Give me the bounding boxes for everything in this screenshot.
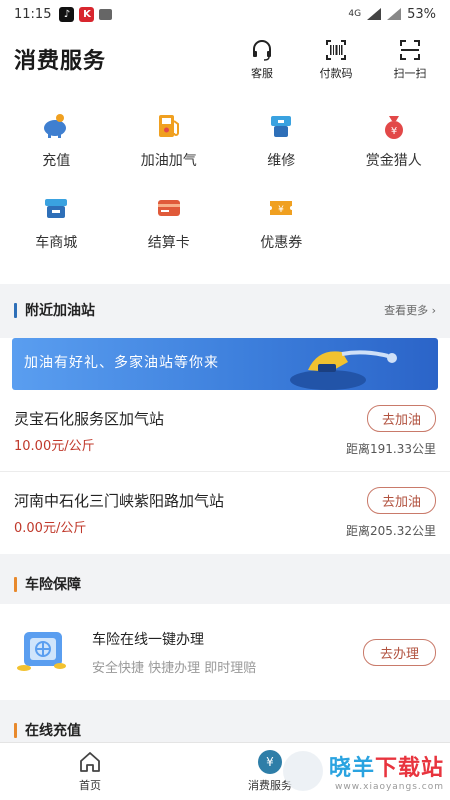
customer-service-button[interactable]: 客服 — [234, 38, 290, 81]
scan-label: 扫一扫 — [393, 66, 427, 80]
station-distance: 距离191.33公里 — [346, 441, 436, 456]
service-settlement-card[interactable]: 结算卡 — [113, 194, 226, 276]
network-label: 4G — [348, 9, 362, 19]
insurance-text: 车险在线一键办理 安全快捷 快捷办理 即时理赔 — [92, 629, 256, 676]
station-info: 灵宝石化服务区加气站 10.00元/公斤 — [14, 408, 164, 454]
home-icon — [80, 752, 100, 772]
service-coupon-label: 优惠券 — [260, 235, 303, 251]
money-bag-icon: ¥ — [384, 116, 403, 139]
yuan-icon: ¥ — [258, 750, 282, 774]
station-actions: 去加油 距离205.32公里 — [346, 487, 436, 539]
go-refuel-button[interactable]: 去加油 — [366, 487, 436, 514]
service-fuel[interactable]: 加油加气 — [113, 112, 226, 194]
image-icon — [99, 8, 113, 20]
payment-code-label: 付款码 — [319, 66, 353, 80]
battery-level: 53% — [407, 6, 436, 22]
service-bounty-label: 赏金猎人 — [365, 153, 422, 169]
svg-text:¥: ¥ — [278, 205, 284, 215]
insurance-headline: 车险在线一键办理 — [92, 631, 204, 648]
shop-icon — [45, 199, 68, 218]
station-name: 河南中石化三门峡紫阳路加气站 — [14, 492, 225, 510]
coupon-icon: ¥ — [270, 201, 293, 215]
service-recharge[interactable]: 充值 — [0, 112, 113, 194]
service-car-mall[interactable]: 车商城 — [0, 194, 113, 276]
station-info: 河南中石化三门峡紫阳路加气站 0.00元/公斤 — [14, 490, 224, 536]
barcode-icon — [326, 39, 346, 60]
headset-icon — [253, 39, 271, 61]
insurance-section-title: 车险保障 — [25, 577, 81, 593]
station-row[interactable]: 灵宝石化服务区加气站 10.00元/公斤 去加油 距离191.33公里 — [0, 390, 450, 472]
insurance-card[interactable]: 车险在线一键办理 安全快捷 快捷办理 即时理赔 去办理 — [0, 604, 450, 700]
service-repair-label: 维修 — [267, 153, 296, 169]
page-title: 消费服务 — [14, 49, 107, 74]
nearby-stations-card: 加油有好礼、多家油站等你来 灵宝石化服务区加气站 10.00元/公斤 去加油 距… — [0, 338, 450, 554]
tiktok-icon: ♪ — [59, 6, 75, 22]
station-name: 灵宝石化服务区加气站 — [14, 409, 165, 428]
status-bar: 11:15 ♪ K 4G 53% — [0, 0, 450, 28]
fuel-pump-icon — [158, 115, 179, 137]
service-bounty[interactable]: ¥ 赏金猎人 — [338, 112, 450, 194]
section-accent-bar — [14, 722, 17, 738]
tab-home[interactable]: 首页 — [0, 743, 180, 800]
insurance-section-header: 车险保障 — [0, 564, 450, 604]
banner-text: 加油有好礼、多家油站等你来 — [24, 355, 219, 371]
tool-icon — [271, 116, 292, 137]
header-actions: 客服 付款码 扫一扫 — [234, 38, 438, 81]
station-row[interactable]: 河南中石化三门峡紫阳路加气站 0.00元/公斤 去加油 距离205.32公里 — [0, 472, 450, 554]
scan-button[interactable]: 扫一扫 — [382, 38, 438, 81]
piggy-bank-icon — [44, 114, 67, 138]
recharge-section-title: 在线充值 — [25, 723, 81, 739]
payment-code-button[interactable]: 付款码 — [308, 38, 364, 81]
status-time: 11:15 — [14, 6, 52, 22]
svg-text:¥: ¥ — [391, 126, 397, 137]
service-recharge-label: 充值 — [42, 153, 71, 169]
signal-icon — [367, 8, 382, 20]
insurance-tags: 安全快捷 快捷办理 即时理赔 — [92, 660, 257, 676]
tab-home-label: 首页 — [79, 779, 101, 792]
scan-icon — [400, 39, 420, 60]
shield-icon — [17, 632, 66, 671]
station-actions: 去加油 距离191.33公里 — [346, 404, 436, 457]
tab-consumer-service[interactable]: ¥ 消费服务 — [180, 743, 360, 800]
service-coupon[interactable]: ¥ 优惠券 — [225, 194, 338, 276]
app-badge-icon: K — [79, 6, 95, 22]
go-refuel-button[interactable]: 去加油 — [366, 404, 436, 432]
service-car-mall-label: 车商城 — [35, 235, 78, 251]
view-more-link[interactable]: 查看更多 › — [384, 302, 436, 318]
card-icon — [157, 200, 180, 216]
signal-icon-2 — [387, 8, 402, 20]
section-accent-bar — [14, 302, 17, 318]
station-price: 10.00元/公斤 — [14, 438, 95, 454]
service-fuel-label: 加油加气 — [140, 153, 197, 169]
service-repair[interactable]: 维修 — [225, 112, 338, 194]
station-price: 0.00元/公斤 — [14, 521, 87, 536]
bottom-tab-bar: 首页 ¥ 消费服务 — [0, 742, 450, 800]
tab-consumer-service-label: 消费服务 — [248, 779, 292, 792]
go-handle-button[interactable]: 去办理 — [362, 638, 436, 666]
service-settlement-card-label: 结算卡 — [147, 235, 190, 251]
nearby-section-title: 附近加油站 — [25, 303, 95, 319]
station-distance: 距离205.32公里 — [346, 524, 436, 538]
fuel-nozzle-illustration — [290, 350, 397, 390]
customer-service-label: 客服 — [251, 66, 273, 80]
nearby-section-header: 附近加油站 查看更多 › — [0, 290, 450, 330]
header: 消费服务 客服 付款码 扫一扫 — [0, 28, 450, 90]
section-accent-bar — [14, 576, 17, 592]
service-grid: 充值 加油加气 维修 ¥ 赏金猎人 车商城 结算卡 ¥ 优惠券 — [0, 90, 450, 284]
fuel-promo-banner[interactable]: 加油有好礼、多家油站等你来 — [12, 338, 438, 390]
